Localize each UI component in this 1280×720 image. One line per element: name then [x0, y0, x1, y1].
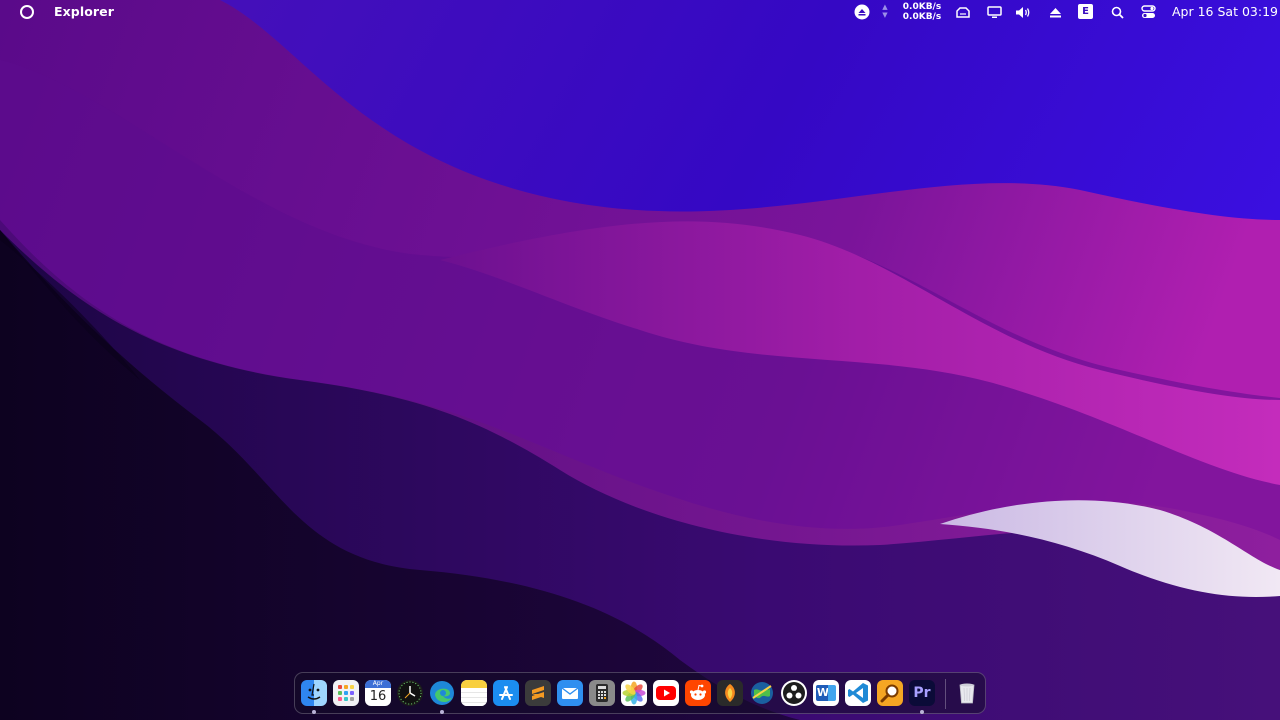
date-time-clock[interactable]: Apr 16 Sat 03:19 — [1172, 4, 1278, 19]
app-store-icon[interactable] — [493, 680, 519, 706]
calendar-month: Apr — [365, 680, 391, 688]
network-upload-speed: 0.0KB/s — [902, 2, 942, 12]
network-download-speed: 0.0KB/s — [902, 12, 942, 22]
volume-icon[interactable] — [1013, 0, 1033, 24]
eject-icon[interactable] — [1045, 0, 1065, 24]
media-eject-circle-icon[interactable] — [853, 0, 871, 24]
running-indicator — [312, 710, 316, 714]
start-button-icon[interactable] — [20, 5, 34, 19]
mail-icon[interactable] — [557, 680, 583, 706]
magnifier-search-app-icon[interactable] — [877, 680, 903, 706]
calculator-icon[interactable] — [589, 680, 615, 706]
control-center-icon[interactable] — [1138, 0, 1158, 24]
search-icon[interactable] — [1108, 0, 1126, 24]
photos-icon[interactable] — [621, 680, 647, 706]
globe-network-icon[interactable] — [749, 680, 775, 706]
running-indicator — [920, 710, 924, 714]
clock-app-icon[interactable] — [397, 680, 423, 706]
finder-icon[interactable] — [301, 680, 327, 706]
dock: Apr 16 W Pr — [294, 672, 986, 714]
network-direction-icon: ▲ ▼ — [882, 3, 888, 19]
dock-separator — [945, 679, 946, 709]
notes-icon[interactable] — [461, 680, 487, 706]
cloud-drive-icon[interactable] — [953, 0, 973, 24]
calendar-icon[interactable]: Apr 16 — [365, 680, 391, 706]
e-app-icon[interactable]: E — [1078, 4, 1093, 19]
vscode-icon[interactable] — [845, 680, 871, 706]
launchpad-icon[interactable] — [333, 680, 359, 706]
reddit-icon[interactable] — [685, 680, 711, 706]
edge-browser-icon[interactable] — [429, 680, 455, 706]
trash-icon[interactable] — [954, 680, 980, 706]
calendar-day: 16 — [369, 689, 387, 704]
menu-bar: Explorer ▲ ▼ 0.0KB/s 0.0KB/s E Apr 16 Sat… — [0, 0, 1280, 24]
sublime-text-icon[interactable] — [525, 680, 551, 706]
premiere-pro-icon[interactable]: Pr — [909, 680, 935, 706]
desktop-wallpaper — [0, 0, 1280, 720]
microsoft-word-icon[interactable]: W — [813, 680, 839, 706]
obs-studio-icon[interactable] — [781, 680, 807, 706]
running-indicator — [440, 710, 444, 714]
active-app-title[interactable]: Explorer — [54, 4, 114, 19]
fl-studio-icon[interactable] — [717, 680, 743, 706]
network-speed: 0.0KB/s 0.0KB/s — [900, 2, 944, 22]
youtube-icon[interactable] — [653, 680, 679, 706]
display-monitor-icon[interactable] — [984, 0, 1004, 24]
